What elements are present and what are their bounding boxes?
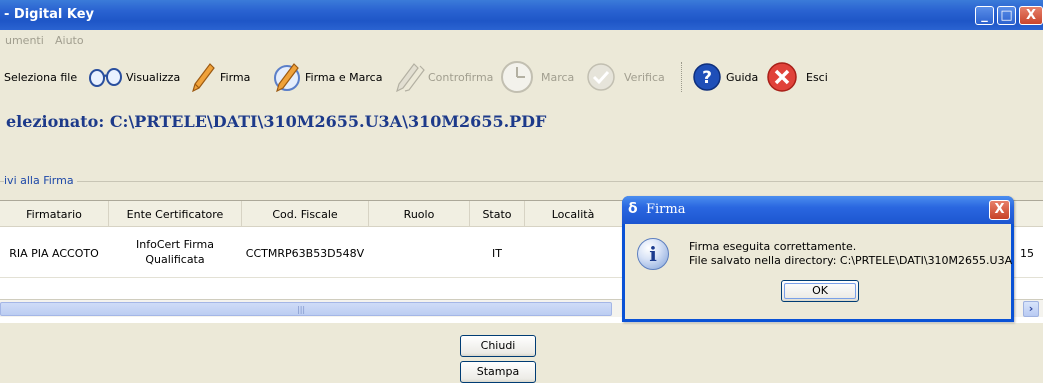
dialog-message-line2: File salvato nella directory: C:\PRTELE\… [689,254,1013,267]
seleziona-file-button[interactable]: Seleziona file [4,62,84,92]
column-ente-certificatore[interactable]: Ente Certificatore [109,208,241,221]
svg-text:?: ? [702,68,712,88]
pen-clock-icon [274,63,300,92]
maximize-icon: □ [1000,8,1013,23]
toolbar-separator [681,62,683,92]
countersign-pen-icon [396,63,425,92]
dialog-title-bar: δ Firma X [622,196,1014,224]
clock-icon [501,61,533,93]
ok-button[interactable]: OK [781,280,859,302]
scroll-right-icon[interactable]: › [1023,301,1039,317]
marca-button[interactable]: Marca [500,61,576,93]
close-icon: X [1025,8,1037,23]
column-localita[interactable]: Località [525,208,621,221]
marca-label: Marca [541,71,575,84]
grip-icon: ||| [297,305,306,314]
group-label: ivi alla Firma [4,174,77,187]
guida-label: Guida [726,71,759,84]
visualizza-button[interactable]: Visualizza [88,62,181,92]
dialog-message: Firma eseguita correttamente. File salva… [689,240,1012,268]
seleziona-file-label: Seleziona file [4,71,78,84]
column-ruolo[interactable]: Ruolo [369,208,469,221]
column-stato[interactable]: Stato [470,208,524,221]
stampa-button[interactable]: Stampa [460,361,536,383]
window-title-bar: - Digital Key _ □ X [0,0,1043,30]
info-glyph: i [649,242,657,266]
dialog-title: Firma [646,202,686,217]
firma-label: Firma [220,71,251,84]
scrollbar-thumb[interactable]: ||| [0,302,612,316]
firma-dialog: δ Firma X i Firma eseguita correttamente… [622,196,1014,322]
cell-overflow: 15 [1020,247,1034,260]
cell-ente-line2: Qualificata [145,253,205,266]
verifica-button[interactable]: Verifica [586,62,670,92]
column-firmatario[interactable]: Firmatario [0,208,108,221]
firma-e-marca-label: Firma e Marca [305,71,383,84]
glasses-icon [89,68,122,87]
controfirma-label: Controfirma [428,71,494,84]
esci-button[interactable]: Esci [766,62,836,92]
verifica-label: Verifica [624,71,665,84]
exit-icon [767,62,797,92]
controfirma-button[interactable]: Controfirma [392,62,496,92]
menu-bar: umenti Aiuto [0,30,1043,50]
minimize-icon: _ [981,8,988,23]
menu-aiuto[interactable]: Aiuto [55,34,84,47]
info-icon: i [637,238,669,270]
close-window-button[interactable]: X [1019,6,1043,25]
firma-e-marca-button[interactable]: Firma e Marca [270,62,386,92]
help-icon: ? [693,63,721,91]
app-icon: δ [628,201,638,217]
visualizza-label: Visualizza [126,71,181,84]
menu-strumenti[interactable]: umenti [5,34,44,47]
cell-cod-fiscale: CCTMRP63B53D548V [245,247,365,260]
dialog-message-line1: Firma eseguita correttamente. [689,240,857,253]
selected-file-path: elezionato: C:\PRTELE\DATI\310M2655.U3A\… [6,112,547,131]
cell-ente-line1: InfoCert Firma [136,238,214,251]
window-title: - Digital Key [4,7,95,22]
cell-firmatario: RIA PIA ACCOTO [9,247,99,260]
pen-icon [192,63,215,92]
esci-label: Esci [806,71,828,84]
toolbar: Seleziona file Visualizza Firma Firma e … [0,50,1043,106]
minimize-button[interactable]: _ [975,6,994,25]
group-divider [0,181,1043,182]
maximize-button[interactable]: □ [997,6,1016,25]
chiudi-button[interactable]: Chiudi [460,335,536,357]
check-icon [587,63,615,91]
guida-button[interactable]: ? Guida [692,62,762,92]
column-cod-fiscale[interactable]: Cod. Fiscale [242,208,368,221]
dialog-close-button[interactable]: X [989,200,1010,220]
cell-stato: IT [492,247,502,260]
firma-button[interactable]: Firma [190,62,260,92]
